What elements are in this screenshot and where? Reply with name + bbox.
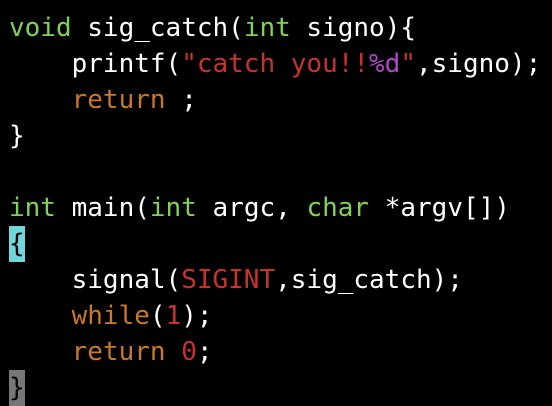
code-text: main( xyxy=(55,193,150,223)
code-text: argc, xyxy=(196,193,307,223)
number-literal: 0 xyxy=(181,337,197,367)
selected-brace: } xyxy=(9,370,25,406)
type-keyword: int xyxy=(9,193,56,223)
control-keyword: return xyxy=(71,337,166,367)
code-editor[interactable]: void sig_catch(int signo){ printf("catch… xyxy=(0,0,552,406)
type-keyword: char xyxy=(306,193,370,223)
type-keyword: int xyxy=(243,13,291,43)
macro-constant: SIGINT xyxy=(181,265,276,295)
code-text: signal( xyxy=(9,265,182,295)
code-text: ,signo); xyxy=(416,49,542,79)
number-literal: 1 xyxy=(165,301,182,331)
code-lines[interactable]: void sig_catch(int signo){ printf("catch… xyxy=(9,10,541,406)
code-line[interactable]: } xyxy=(9,118,541,154)
code-line[interactable]: while(1); xyxy=(9,298,541,334)
code-text: sig_catch( xyxy=(71,13,244,43)
code-line[interactable]: { xyxy=(9,226,541,262)
code-text: signo){ xyxy=(290,13,417,43)
control-keyword: while xyxy=(71,301,150,331)
code-line[interactable]: return 0; xyxy=(9,334,541,370)
format-specifier: %d xyxy=(369,49,401,79)
code-line[interactable] xyxy=(9,154,541,190)
type-keyword: void xyxy=(9,13,72,43)
type-keyword: int xyxy=(149,193,197,223)
code-line[interactable]: } xyxy=(9,370,541,406)
code-text: ; xyxy=(165,85,197,115)
code-line[interactable]: signal(SIGINT,sig_catch); xyxy=(9,262,541,298)
code-line[interactable]: return ; xyxy=(9,82,541,118)
control-keyword: return xyxy=(71,85,166,115)
code-line[interactable]: int main(int argc, char *argv[]) xyxy=(9,190,541,226)
code-text: ,sig_catch); xyxy=(275,265,463,295)
code-text: ; xyxy=(196,337,213,367)
code-text: ( xyxy=(149,301,166,331)
code-text: *argv[]) xyxy=(369,193,510,223)
text-cursor: { xyxy=(9,226,25,262)
code-line[interactable]: printf("catch you!!%d",signo); xyxy=(9,46,542,82)
string-literal: "catch you!! xyxy=(181,49,370,79)
string-literal: " xyxy=(400,49,416,79)
code-text: } xyxy=(9,121,25,151)
code-text: printf( xyxy=(9,49,182,79)
code-text: ); xyxy=(181,301,213,331)
code-line[interactable]: void sig_catch(int signo){ xyxy=(9,10,541,46)
